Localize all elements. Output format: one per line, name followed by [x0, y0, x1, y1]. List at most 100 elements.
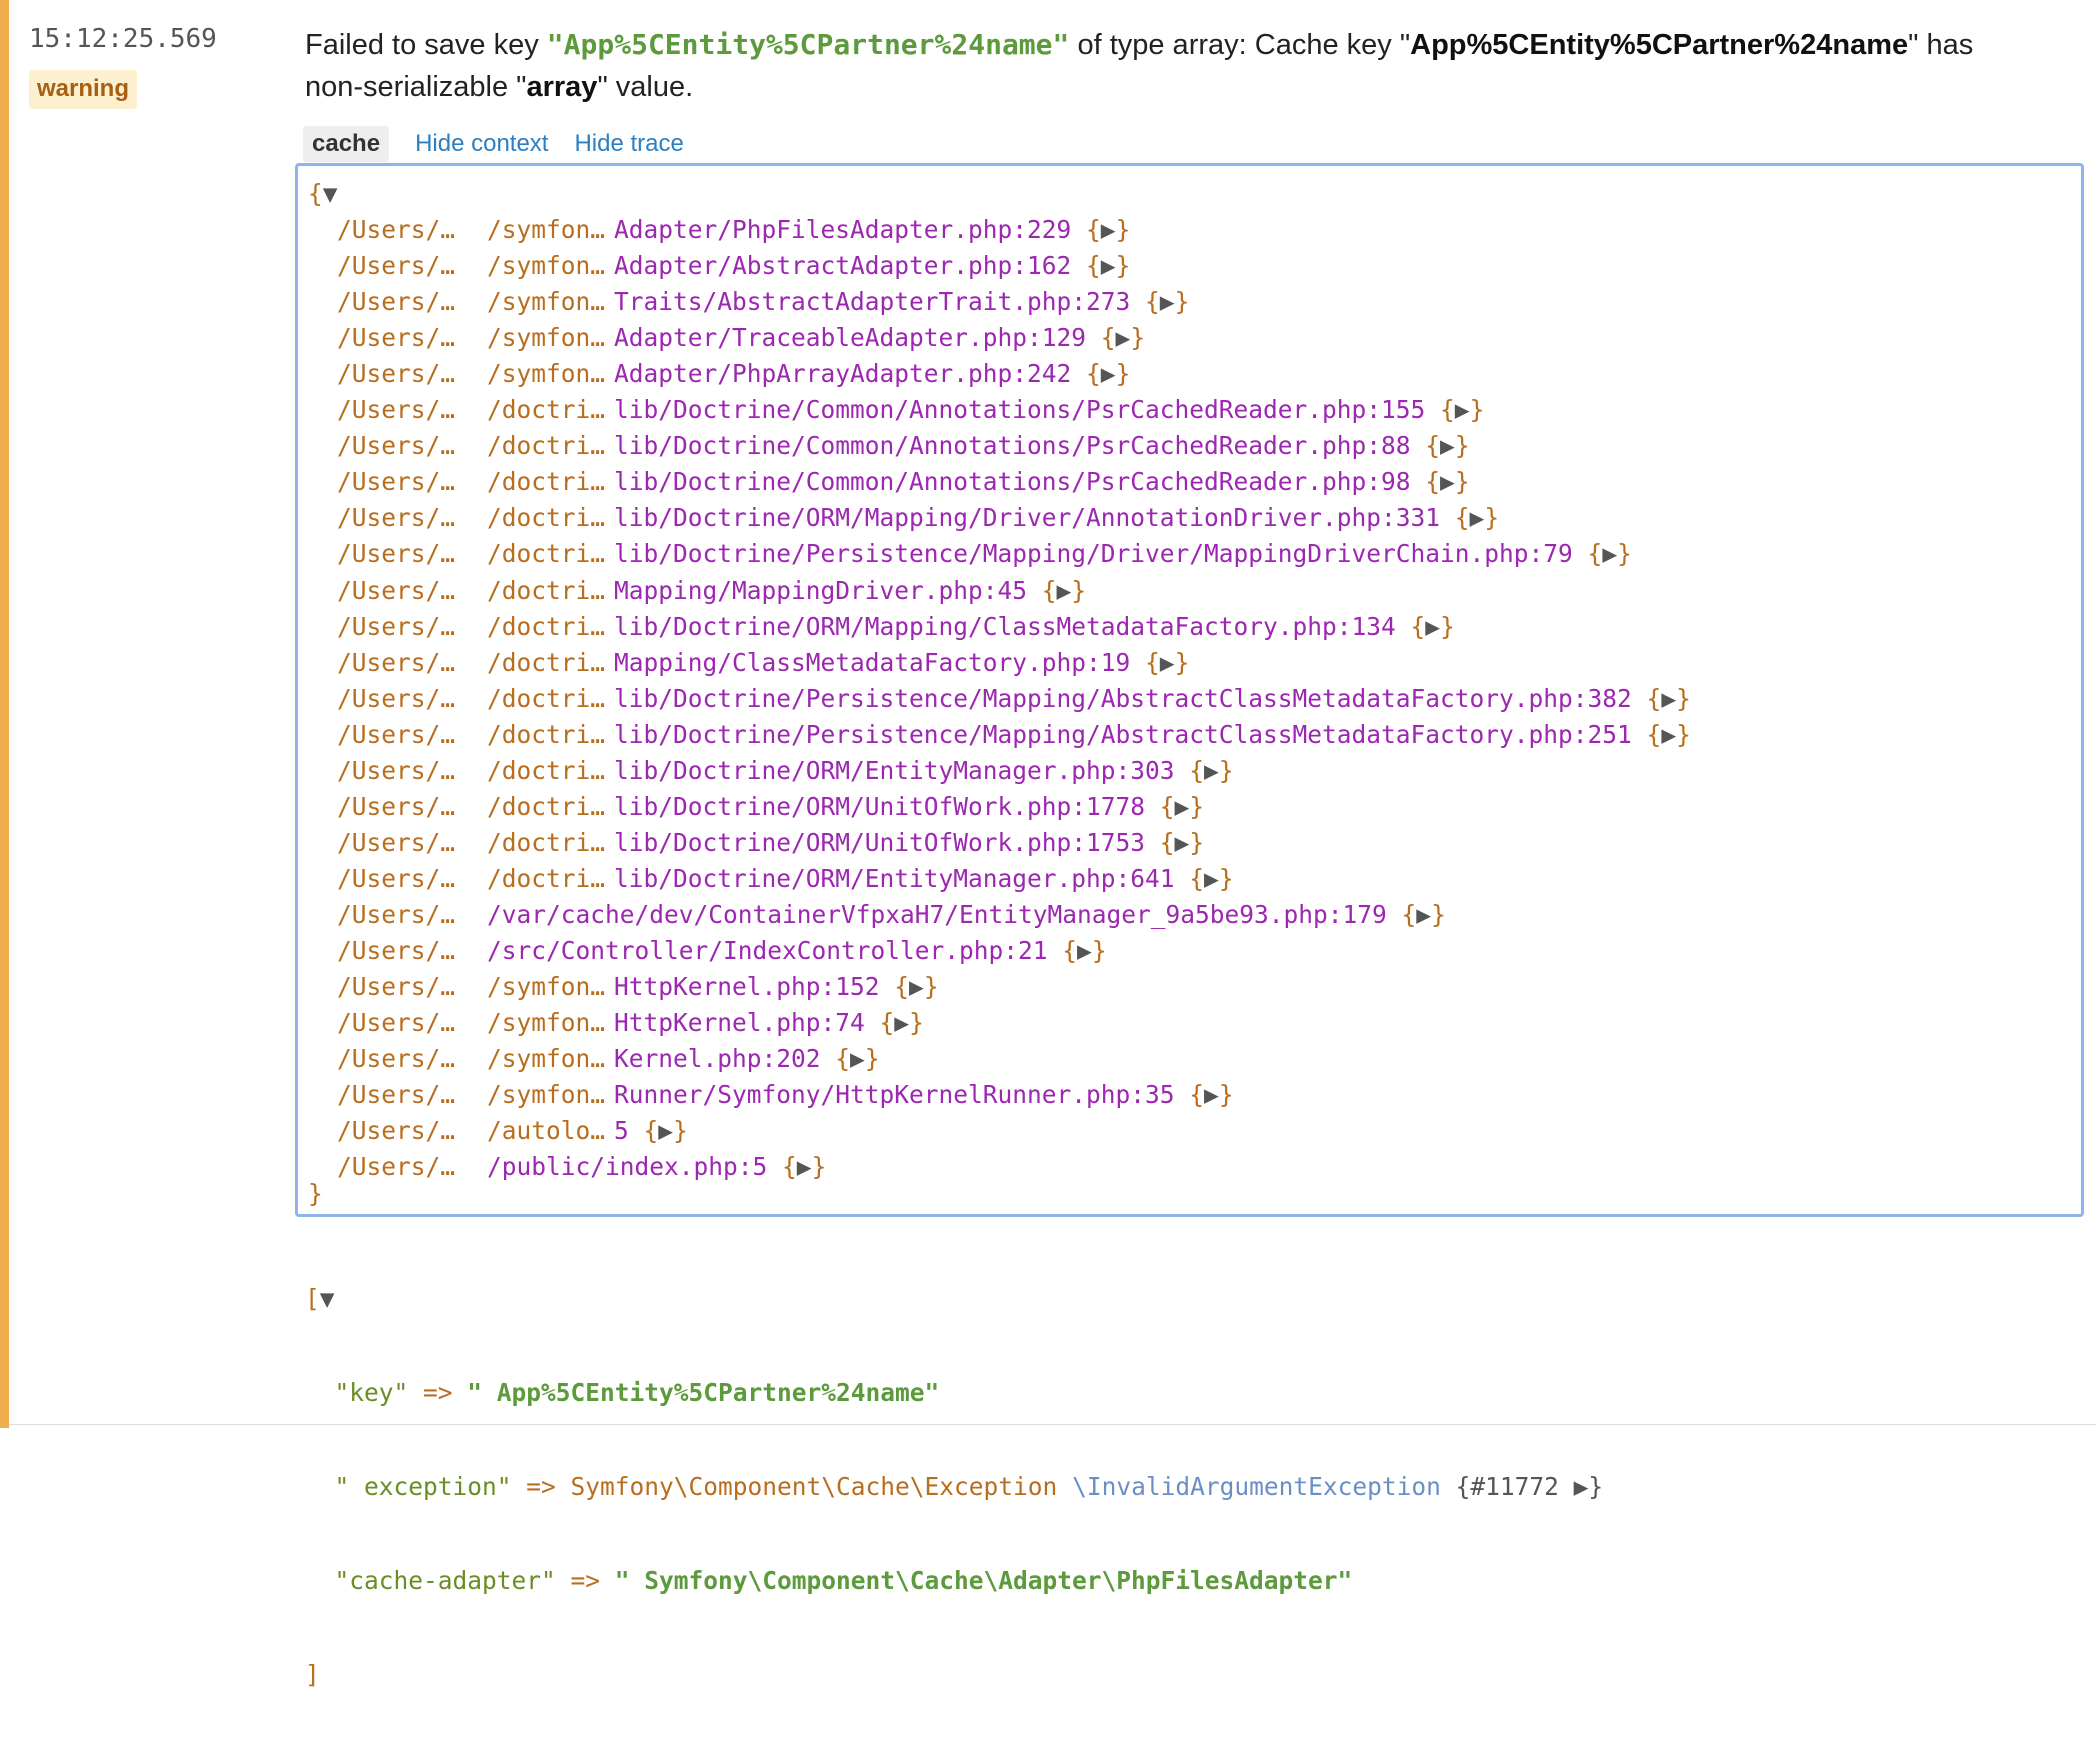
expand-frame-toggle[interactable]: {▶}: [1440, 395, 1484, 424]
frame-file[interactable]: Mapping/ClassMetadataFactory.php:19: [614, 648, 1130, 677]
frame-file[interactable]: /var/cache/dev/ContainerVfpxaH7/EntityMa…: [487, 900, 1387, 929]
hide-trace-link[interactable]: Hide trace: [574, 130, 683, 158]
frame-path-prefix: /Users/…: [337, 395, 455, 425]
frame-path-vendor: /doctri…: [487, 395, 606, 425]
frame-path-prefix: /Users/…: [337, 287, 455, 317]
frame-path-prefix: /Users/…: [337, 936, 455, 965]
collapse-toggle-icon[interactable]: ▼: [320, 1284, 335, 1313]
exception-class: \InvalidArgumentException: [1072, 1472, 1441, 1501]
message-text: of type array: Cache key ": [1069, 29, 1411, 61]
frame-path-prefix: /Users/…: [337, 683, 455, 713]
frame-file[interactable]: lib/Doctrine/Common/Annotations/PsrCache…: [614, 431, 1411, 460]
frame-file[interactable]: lib/Doctrine/Persistence/Mapping/Driver/…: [614, 539, 1573, 568]
frame-file[interactable]: lib/Doctrine/Persistence/Mapping/Abstrac…: [614, 684, 1632, 713]
frame-file[interactable]: Adapter/AbstractAdapter.php:162: [614, 251, 1071, 280]
context-row-key: "key" => " App%5CEntity%5CPartner%24name…: [305, 1375, 1603, 1411]
collapse-toggle-icon[interactable]: ▼: [323, 179, 338, 208]
message-type-bold: array: [526, 71, 598, 103]
frame-path-vendor: /symfon…: [487, 1044, 606, 1074]
expand-frame-toggle[interactable]: {▶}: [1402, 900, 1446, 929]
hide-context-link[interactable]: Hide context: [415, 130, 548, 158]
expand-frame-toggle[interactable]: {▶}: [1189, 756, 1233, 785]
frame-path-vendor: /doctri…: [487, 647, 606, 677]
expand-frame-toggle[interactable]: {▶}: [1160, 828, 1204, 857]
expand-frame-toggle[interactable]: {▶}: [1042, 576, 1086, 605]
context-adapter-label: "cache-adapter": [334, 1566, 556, 1595]
frame-path-vendor: /doctri…: [487, 791, 606, 821]
frame-file[interactable]: Runner/Symfony/HttpKernelRunner.php:35: [614, 1080, 1175, 1109]
frame-path-prefix: /Users/…: [337, 1044, 455, 1074]
expand-frame-toggle[interactable]: {▶}: [1086, 215, 1130, 244]
frame-file[interactable]: Kernel.php:202: [614, 1044, 821, 1073]
expand-frame-toggle[interactable]: {▶}: [1411, 612, 1455, 641]
frame-file[interactable]: lib/Doctrine/Common/Annotations/PsrCache…: [614, 467, 1411, 496]
frame-file[interactable]: Adapter/PhpArrayAdapter.php:242: [614, 359, 1071, 388]
exception-object-toggle[interactable]: {#11772 ▶}: [1456, 1472, 1604, 1501]
frame-file[interactable]: /src/Controller/IndexController.php:21: [487, 936, 1048, 965]
expand-frame-toggle[interactable]: {▶}: [1101, 323, 1145, 352]
frame-path-vendor: /doctri…: [487, 611, 606, 641]
frame-file[interactable]: lib/Doctrine/ORM/UnitOfWork.php:1753: [614, 828, 1145, 857]
frame-path-vendor: /symfon…: [487, 1008, 606, 1038]
frame-path-prefix: /Users/…: [337, 431, 455, 461]
frame-file[interactable]: lib/Doctrine/ORM/Mapping/ClassMetadataFa…: [614, 612, 1396, 641]
trace-open-brace: {: [308, 179, 323, 208]
frame-path-prefix: /Users/…: [337, 611, 455, 641]
frame-file[interactable]: /public/index.php:5: [487, 1152, 767, 1181]
expand-frame-toggle[interactable]: {▶}: [1189, 864, 1233, 893]
frame-file[interactable]: HttpKernel.php:152: [614, 972, 880, 1001]
frame-file[interactable]: HttpKernel.php:74: [614, 1008, 865, 1037]
frame-file[interactable]: lib/Doctrine/Persistence/Mapping/Abstrac…: [614, 720, 1632, 749]
expand-frame-toggle[interactable]: {▶}: [1189, 1080, 1233, 1109]
expand-frame-toggle[interactable]: {▶}: [1588, 539, 1632, 568]
frame-path-vendor: /symfon…: [487, 359, 606, 389]
frame-path-vendor: /doctri…: [487, 863, 606, 893]
frame-file[interactable]: lib/Doctrine/ORM/EntityManager.php:641: [614, 864, 1175, 893]
context-tabs: cache Hide context Hide trace: [303, 126, 684, 162]
frame-path-prefix: /Users/…: [337, 719, 455, 749]
frame-file[interactable]: Adapter/PhpFilesAdapter.php:229: [614, 215, 1071, 244]
expand-frame-toggle[interactable]: {▶}: [1145, 287, 1189, 316]
context-arrow: =>: [511, 1472, 571, 1501]
log-entry: 15:12:25.569 warning Failed to save key …: [0, 0, 2096, 1689]
frame-path-prefix: /Users/…: [337, 827, 455, 857]
expand-frame-toggle[interactable]: {▶}: [1455, 503, 1499, 532]
expand-frame-toggle[interactable]: {▶}: [1145, 648, 1189, 677]
frame-file[interactable]: Mapping/MappingDriver.php:45: [614, 576, 1027, 605]
expand-frame-toggle[interactable]: {▶}: [1647, 684, 1691, 713]
frame-path-vendor: /doctri…: [487, 431, 606, 461]
expand-frame-toggle[interactable]: {▶}: [1086, 251, 1130, 280]
expand-frame-toggle[interactable]: {▶}: [1425, 431, 1469, 460]
frame-file[interactable]: Traits/AbstractAdapterTrait.php:273: [614, 287, 1130, 316]
frame-path-prefix: /Users/…: [337, 539, 455, 569]
expand-frame-toggle[interactable]: {▶}: [782, 1152, 826, 1181]
expand-frame-toggle[interactable]: {▶}: [1160, 792, 1204, 821]
trace-close-brace: }: [308, 1179, 323, 1208]
expand-frame-toggle[interactable]: {▶}: [835, 1044, 879, 1073]
expand-frame-toggle[interactable]: {▶}: [1647, 720, 1691, 749]
frame-path-vendor: /doctri…: [487, 503, 606, 533]
frame-path-prefix: /Users/…: [337, 899, 455, 929]
frame-path-prefix: /Users/…: [337, 323, 455, 353]
context-arrow: =>: [408, 1378, 468, 1407]
frame-path-vendor: /doctri…: [487, 575, 606, 605]
frame-file[interactable]: lib/Doctrine/ORM/EntityManager.php:303: [614, 756, 1175, 785]
frame-path-prefix: /Users/…: [337, 467, 455, 497]
exception-namespace: Symfony\Component\Cache\Exception: [570, 1472, 1058, 1501]
channel-tag: cache: [303, 126, 390, 162]
expand-frame-toggle[interactable]: {▶}: [894, 972, 938, 1001]
expand-frame-toggle[interactable]: {▶}: [644, 1116, 688, 1145]
expand-frame-toggle[interactable]: {▶}: [1062, 936, 1106, 965]
context-arrow: =>: [555, 1566, 615, 1595]
frame-file[interactable]: lib/Doctrine/ORM/Mapping/Driver/Annotati…: [614, 503, 1440, 532]
frame-path-prefix: /Users/…: [337, 1116, 455, 1146]
frame-file[interactable]: 5: [614, 1116, 629, 1145]
expand-frame-toggle[interactable]: {▶}: [1425, 467, 1469, 496]
frame-file[interactable]: Adapter/TraceableAdapter.php:129: [614, 323, 1086, 352]
frame-file[interactable]: lib/Doctrine/ORM/UnitOfWork.php:1778: [614, 792, 1145, 821]
expand-frame-toggle[interactable]: {▶}: [1086, 359, 1130, 388]
frame-file[interactable]: lib/Doctrine/Common/Annotations/PsrCache…: [614, 395, 1425, 424]
frame-path-prefix: /Users/…: [337, 215, 455, 244]
context-close-bracket: ]: [305, 1660, 320, 1689]
expand-frame-toggle[interactable]: {▶}: [880, 1008, 924, 1037]
